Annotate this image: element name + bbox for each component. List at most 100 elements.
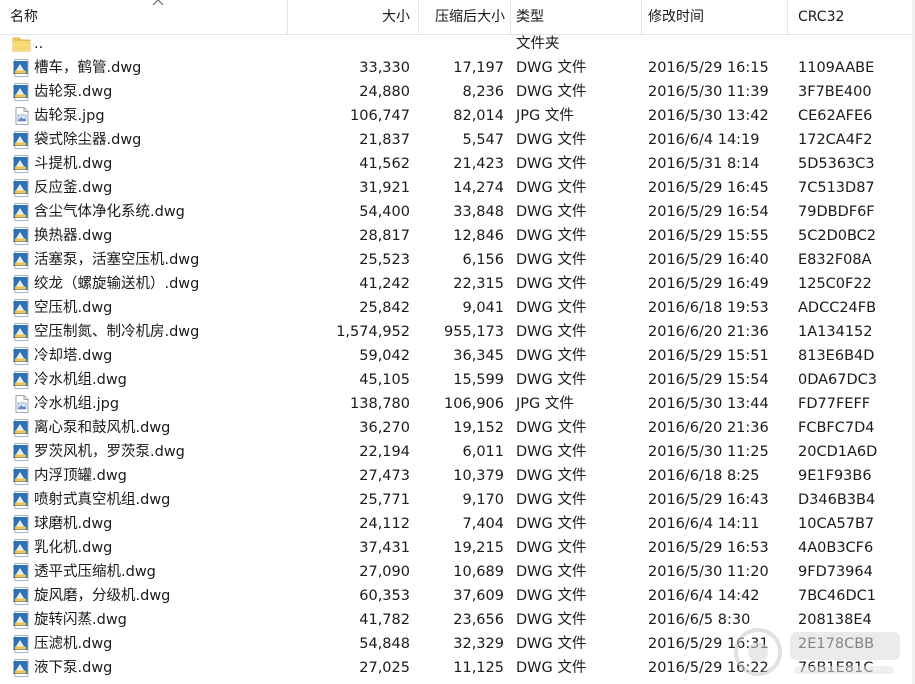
file-row[interactable]: 活塞泵，活塞空压机.dwg 25,523 6,156 DWG 文件 2016/5/29 … bbox=[0, 248, 915, 272]
file-name: 内浮顶罐.dwg bbox=[34, 468, 127, 484]
file-row[interactable]: 乳化机.dwg 37,431 19,215 DWG 文件 2016/5/29 16:53… bbox=[0, 536, 915, 560]
dwg-file-icon bbox=[12, 467, 34, 485]
file-row[interactable]: 透平式压缩机.dwg 27,090 10,689 DWG 文件 2016/5/30 11… bbox=[0, 560, 915, 584]
modified-time bbox=[648, 32, 788, 56]
column-header-compressed[interactable]: 压缩后大小 bbox=[419, 0, 505, 34]
file-row[interactable]: 离心泵和鼓风机.dwg 36,270 19,152 DWG 文件 2016/6/20 2… bbox=[0, 416, 915, 440]
file-name: 冷却塔.dwg bbox=[34, 348, 113, 364]
column-header-modified-label: 修改时间 bbox=[648, 9, 704, 25]
file-size bbox=[300, 32, 410, 56]
crc32-value: 4A0B3CF6 bbox=[798, 540, 874, 556]
file-name: 活塞泵，活塞空压机.dwg bbox=[34, 252, 200, 268]
file-row[interactable]: 袋式除尘器.dwg 21,837 5,547 DWG 文件 2016/6/4 14:19… bbox=[0, 128, 915, 152]
file-row[interactable]: 罗茨风机，罗茨泵.dwg 22,194 6,011 DWG 文件 2016/5/30 1… bbox=[0, 440, 915, 464]
column-header-crc[interactable]: CRC32 bbox=[798, 0, 908, 34]
file-row[interactable]: 空压机.dwg 25,842 9,041 DWG 文件 2016/6/18 19:53 A… bbox=[0, 296, 915, 320]
file-size: 27,090 bbox=[359, 564, 410, 580]
file-row[interactable]: 旋风磨，分级机.dwg 60,353 37,609 DWG 文件 2016/6/4 14… bbox=[0, 584, 915, 608]
compressed-size: 23,656 bbox=[453, 612, 504, 628]
file-type: DWG 文件 bbox=[516, 300, 587, 316]
column-header-name[interactable]: 名称 bbox=[10, 0, 285, 34]
file-size: 106,747 bbox=[350, 108, 410, 124]
file-row[interactable]: 反应釜.dwg 31,921 14,274 DWG 文件 2016/5/29 16:45… bbox=[0, 176, 915, 200]
crc32-value: 20CD1A6D bbox=[798, 444, 878, 460]
file-type: JPG 文件 bbox=[516, 108, 574, 124]
file-row[interactable]: 含尘气体净化系统.dwg 54,400 33,848 DWG 文件 2016/5/29 … bbox=[0, 200, 915, 224]
modified-time: 2016/5/29 16:22 bbox=[648, 660, 769, 676]
column-divider[interactable] bbox=[787, 0, 788, 34]
file-name: 换热器.dwg bbox=[34, 228, 113, 244]
column-divider[interactable] bbox=[510, 0, 511, 34]
file-size: 31,921 bbox=[359, 180, 410, 196]
crc32-value: 76B1E81C bbox=[798, 660, 874, 676]
file-size: 27,473 bbox=[359, 468, 410, 484]
modified-time: 2016/6/4 14:19 bbox=[648, 132, 760, 148]
file-row[interactable]: 旋转闪蒸.dwg 41,782 23,656 DWG 文件 2016/6/5 8:30 2… bbox=[0, 608, 915, 632]
file-size: 59,042 bbox=[359, 348, 410, 364]
file-row[interactable]: 压滤机.dwg 54,848 32,329 DWG 文件 2016/5/29 16:31… bbox=[0, 632, 915, 656]
compressed-size: 5,547 bbox=[462, 132, 504, 148]
crc32-value: 1A134152 bbox=[798, 324, 873, 340]
compressed-size: 37,609 bbox=[453, 588, 504, 604]
file-size: 28,817 bbox=[359, 228, 410, 244]
dwg-file-icon bbox=[12, 443, 34, 461]
file-row[interactable]: 喷射式真空机组.dwg 25,771 9,170 DWG 文件 2016/5/29 16… bbox=[0, 488, 915, 512]
dwg-file-icon bbox=[12, 323, 34, 341]
file-type: JPG 文件 bbox=[516, 396, 574, 412]
file-name: 压滤机.dwg bbox=[34, 636, 113, 652]
file-name: 空压机.dwg bbox=[34, 300, 113, 316]
column-divider[interactable] bbox=[641, 0, 642, 34]
file-type: DWG 文件 bbox=[516, 492, 587, 508]
file-size: 54,400 bbox=[359, 204, 410, 220]
modified-time: 2016/6/20 21:36 bbox=[648, 420, 769, 436]
file-name: 含尘气体净化系统.dwg bbox=[34, 204, 185, 220]
file-type: DWG 文件 bbox=[516, 204, 587, 220]
file-row[interactable]: 冷水机组.dwg 45,105 15,599 DWG 文件 2016/5/29 15:5… bbox=[0, 368, 915, 392]
compressed-size: 106,906 bbox=[444, 396, 504, 412]
file-row[interactable]: 齿轮泵.jpg 106,747 82,014 JPG 文件 2016/5/30 13:4… bbox=[0, 104, 915, 128]
parent-folder-row[interactable]: .. 文件夹 bbox=[0, 32, 915, 56]
crc32-value: 208138E4 bbox=[798, 612, 872, 628]
file-row[interactable]: 斗提机.dwg 41,562 21,423 DWG 文件 2016/5/31 8:14 5… bbox=[0, 152, 915, 176]
modified-time: 2016/5/29 15:54 bbox=[648, 372, 769, 388]
file-row[interactable]: 齿轮泵.dwg 24,880 8,236 DWG 文件 2016/5/30 11:39 3… bbox=[0, 80, 915, 104]
file-row[interactable]: 液下泵.dwg 27,025 11,125 DWG 文件 2016/5/29 16:22… bbox=[0, 656, 915, 680]
jpg-file-icon bbox=[12, 107, 34, 125]
modified-time: 2016/5/30 13:42 bbox=[648, 108, 769, 124]
column-header-size[interactable]: 大小 bbox=[288, 0, 410, 34]
file-size: 24,880 bbox=[359, 84, 410, 100]
modified-time: 2016/5/31 8:14 bbox=[648, 156, 760, 172]
file-type: DWG 文件 bbox=[516, 60, 587, 76]
modified-time: 2016/6/5 8:30 bbox=[648, 612, 751, 628]
file-size: 27,025 bbox=[359, 660, 410, 676]
dwg-file-icon bbox=[12, 587, 34, 605]
column-header-modified[interactable]: 修改时间 bbox=[648, 0, 783, 34]
crc32-value: D346B3B4 bbox=[798, 492, 876, 508]
file-row[interactable]: 绞龙（螺旋输送机）.dwg 41,242 22,315 DWG 文件 2016/5/29… bbox=[0, 272, 915, 296]
crc32-value: 0DA67DC3 bbox=[798, 372, 878, 388]
file-size: 54,848 bbox=[359, 636, 410, 652]
file-row[interactable]: 冷却塔.dwg 59,042 36,345 DWG 文件 2016/5/29 15:51… bbox=[0, 344, 915, 368]
file-row[interactable]: 冷水机组.jpg 138,780 106,906 JPG 文件 2016/5/30 13… bbox=[0, 392, 915, 416]
file-row[interactable]: 球磨机.dwg 24,112 7,404 DWG 文件 2016/6/4 14:11 10… bbox=[0, 512, 915, 536]
file-row[interactable]: 换热器.dwg 28,817 12,846 DWG 文件 2016/5/29 15:55… bbox=[0, 224, 915, 248]
file-name: 旋风磨，分级机.dwg bbox=[34, 588, 171, 604]
crc32-value: 3F7BE400 bbox=[798, 84, 872, 100]
file-size: 36,270 bbox=[359, 420, 410, 436]
compressed-size: 11,125 bbox=[453, 660, 504, 676]
modified-time: 2016/5/29 16:31 bbox=[648, 636, 769, 652]
compressed-size: 10,379 bbox=[453, 468, 504, 484]
column-header-type[interactable]: 类型 bbox=[516, 0, 636, 34]
modified-time: 2016/5/29 15:55 bbox=[648, 228, 769, 244]
column-header-bar: 名称 大小 压缩后大小 类型 修改时间 CRC32 bbox=[0, 0, 915, 35]
file-row[interactable]: 槽车，鹤管.dwg 33,330 17,197 DWG 文件 2016/5/29 16:… bbox=[0, 56, 915, 80]
crc32-value: ADCC24FB bbox=[798, 300, 877, 316]
compressed-size: 17,197 bbox=[453, 60, 504, 76]
compressed-size: 12,846 bbox=[453, 228, 504, 244]
file-name: 离心泵和鼓风机.dwg bbox=[34, 420, 171, 436]
file-row[interactable]: 内浮顶罐.dwg 27,473 10,379 DWG 文件 2016/6/18 8:25… bbox=[0, 464, 915, 488]
compressed-size: 22,315 bbox=[453, 276, 504, 292]
modified-time: 2016/5/30 11:39 bbox=[648, 84, 769, 100]
file-row[interactable]: 空压制氮、制冷机房.dwg 1,574,952 955,173 DWG 文件 2016/… bbox=[0, 320, 915, 344]
file-name: 齿轮泵.jpg bbox=[34, 108, 105, 124]
